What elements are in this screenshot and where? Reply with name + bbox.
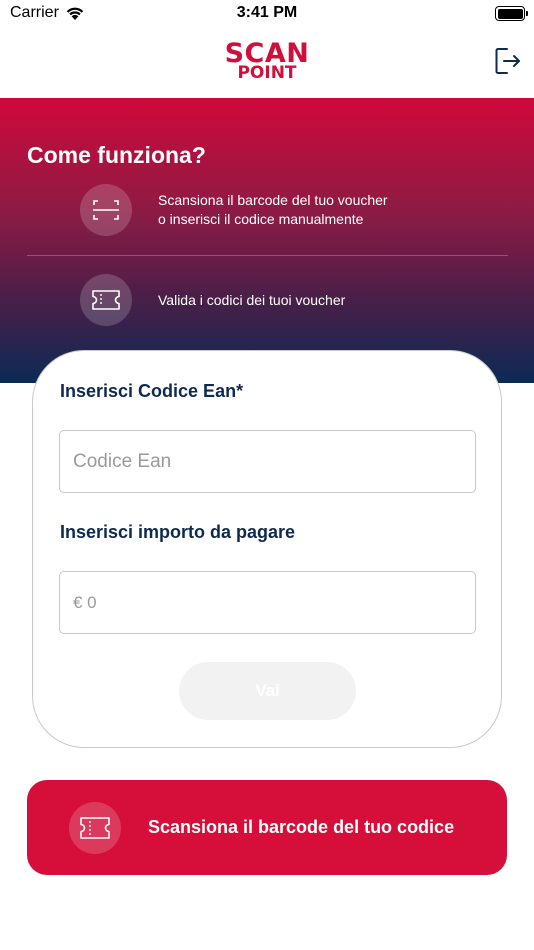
scan-barcode-label: Scansiona il barcode del tuo codice (148, 817, 455, 837)
how-it-works-section: Come funziona? Scansiona il barcode del … (0, 98, 534, 383)
ticket-icon (69, 801, 121, 854)
submit-button[interactable]: Vai (179, 662, 356, 720)
ean-input[interactable] (59, 430, 476, 493)
scanpoint-logo: SCAN POINT (0, 40, 534, 82)
logout-button[interactable] (494, 46, 522, 76)
status-time: 3:41 PM (236, 4, 298, 21)
status-bar: Carrier 3:41 PM (0, 0, 534, 28)
logout-icon (495, 48, 520, 74)
app-header: SCAN POINT (0, 28, 534, 98)
voucher-form-card: Inserisci Codice Ean* Inserisci importo … (32, 350, 502, 748)
logo-line-2: POINT (237, 63, 297, 83)
scan-barcode-button[interactable]: Scansiona il barcode del tuo codice (27, 780, 507, 875)
step-scan-text: Scansiona il barcode del tuo voucher o i… (158, 191, 388, 229)
battery-icon (495, 6, 528, 21)
ticket-icon (80, 274, 132, 326)
step-validate: Valida i codici dei tuoi voucher (80, 274, 510, 326)
step-scan: Scansiona il barcode del tuo voucher o i… (80, 184, 510, 236)
amount-input[interactable] (59, 571, 476, 634)
hero-divider (27, 255, 508, 256)
step-validate-text: Valida i codici dei tuoi voucher (158, 291, 346, 308)
step-scan-line-1: Scansiona il barcode del tuo voucher (158, 192, 388, 208)
barcode-scan-icon (80, 184, 132, 236)
how-it-works-title: Come funziona? (27, 142, 206, 168)
ean-label: Inserisci Codice Ean* (60, 381, 244, 401)
step-scan-line-2: o inserisci il codice manualmente (158, 211, 364, 227)
amount-label: Inserisci importo da pagare (60, 522, 296, 542)
